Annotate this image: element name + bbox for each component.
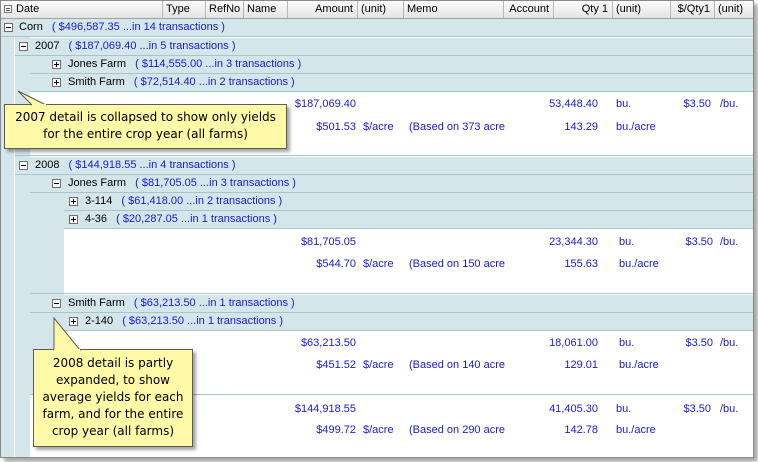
group-row-2007[interactable]: 2007 ( $187,069.40 ...in 5 transactions … bbox=[15, 38, 753, 56]
group-name: Smith Farm bbox=[68, 297, 125, 309]
yield: 129.01 bbox=[564, 359, 598, 371]
yield: 142.78 bbox=[564, 424, 598, 436]
price-per-unit: $3.50 bbox=[683, 98, 711, 110]
group-name: Jones Farm bbox=[68, 177, 127, 189]
collapse-toggle-icon[interactable] bbox=[4, 23, 13, 32]
yield: 143.29 bbox=[564, 121, 598, 133]
collapse-toggle-icon[interactable] bbox=[19, 42, 28, 51]
column-per-qty1-unit[interactable]: (unit) bbox=[715, 1, 753, 18]
price-per-unit: $3.50 bbox=[685, 236, 713, 248]
group-name: 2007 bbox=[35, 40, 60, 52]
group-summary: ( $496,587.35 ...in 14 transactions ) bbox=[51, 21, 225, 33]
column-account[interactable]: Account bbox=[504, 1, 554, 18]
per-acre-unit: $/acre bbox=[363, 121, 394, 133]
column-chooser-icon[interactable] bbox=[4, 5, 12, 13]
yield: 155.63 bbox=[564, 258, 598, 270]
column-refno[interactable]: RefNo bbox=[206, 1, 244, 18]
divider bbox=[15, 155, 753, 156]
callout-2008-pointer bbox=[53, 316, 82, 351]
qty-unit: bu. bbox=[619, 337, 635, 349]
price-unit: /bu. bbox=[720, 98, 739, 110]
group-summary: ( $114,555.00 ...in 3 transactions ) bbox=[135, 58, 302, 70]
acreage-memo: (Based on 140 acre bbox=[409, 359, 506, 371]
total-qty: 41,405.30 bbox=[549, 403, 598, 415]
column-date[interactable]: Date bbox=[1, 1, 163, 18]
expand-toggle-icon[interactable] bbox=[69, 197, 78, 206]
yield-unit: bu./acre bbox=[619, 258, 659, 270]
group-summary: ( $61,418.00 ...in 2 transactions ) bbox=[121, 195, 283, 207]
total-qty: 23,344.30 bbox=[549, 236, 598, 248]
column-amount-unit[interactable]: (unit) bbox=[358, 1, 404, 18]
indent-rail-2008 bbox=[15, 156, 30, 457]
acreage-memo: (Based on 290 acre bbox=[409, 424, 506, 436]
group-name: 4-36 bbox=[85, 213, 108, 225]
column-per-qty1[interactable]: $/Qty1 bbox=[671, 1, 715, 18]
group-name: 2-140 bbox=[85, 315, 114, 327]
acreage-memo: (Based on 150 acre bbox=[409, 258, 506, 270]
column-memo[interactable]: Memo bbox=[404, 1, 504, 18]
column-type[interactable]: Type bbox=[163, 1, 206, 18]
yield-unit: bu./acre bbox=[616, 121, 656, 133]
column-amount[interactable]: Amount bbox=[288, 1, 358, 18]
callout-2008: 2008 detail is partly expanded, to show … bbox=[33, 349, 193, 447]
amount-per-acre: $499.72 bbox=[316, 424, 356, 436]
group-row-jones-farm-2008[interactable]: Jones Farm ( $81,705.05 ...in 3 transact… bbox=[30, 175, 753, 193]
expand-toggle-icon[interactable] bbox=[69, 215, 78, 224]
qty-unit: bu. bbox=[616, 403, 632, 415]
group-name: Corn bbox=[19, 21, 43, 33]
price-unit: /bu. bbox=[720, 403, 739, 415]
qty-unit: bu. bbox=[619, 236, 635, 248]
group-row-field-2-140[interactable]: 2-140 ( $63,213.50 ...in 1 transactions … bbox=[64, 313, 753, 331]
group-summary: ( $187,069.40 ...in 5 transactions ) bbox=[68, 40, 236, 52]
group-name: 3-114 bbox=[85, 195, 113, 207]
group-name: 2008 bbox=[35, 159, 60, 171]
amount-per-acre: $451.52 bbox=[316, 359, 356, 371]
amount-per-acre: $544.70 bbox=[316, 258, 356, 270]
price-per-unit: $3.50 bbox=[683, 403, 711, 415]
total-qty: 53,448.40 bbox=[549, 98, 598, 110]
acreage-memo: (Based on 373 acre bbox=[409, 121, 506, 133]
total-amount: $144,918.55 bbox=[294, 403, 356, 415]
group-summary: ( $63,213.50 ...in 1 transactions ) bbox=[133, 297, 295, 309]
group-summary: ( $20,287.05 ...in 1 transactions ) bbox=[116, 213, 277, 225]
group-row-smith-farm-2007[interactable]: Smith Farm ( $72,514.40 ...in 2 transact… bbox=[30, 74, 753, 92]
group-row-corn[interactable]: Corn ( $496,587.35 ...in 14 transactions… bbox=[1, 19, 753, 37]
group-summary: ( $81,705.05 ...in 3 transactions ) bbox=[135, 177, 296, 189]
per-acre-unit: $/acre bbox=[363, 359, 394, 371]
price-unit: /bu. bbox=[720, 236, 739, 248]
per-acre-unit: $/acre bbox=[363, 424, 394, 436]
per-acre-unit: $/acre bbox=[363, 258, 394, 270]
collapse-toggle-icon[interactable] bbox=[19, 161, 28, 170]
group-row-field-4-36[interactable]: 4-36 ( $20,287.05 ...in 1 transactions ) bbox=[64, 211, 753, 229]
collapse-toggle-icon[interactable] bbox=[52, 299, 61, 308]
indent-rail-corn bbox=[1, 19, 14, 457]
total-amount: $63,213.50 bbox=[300, 337, 356, 349]
expand-toggle-icon[interactable] bbox=[52, 78, 61, 87]
qty-unit: bu. bbox=[616, 98, 632, 110]
group-name: Smith Farm bbox=[68, 76, 125, 88]
callout-2007-pointer bbox=[17, 90, 47, 106]
group-row-2008[interactable]: 2008 ( $144,918.55 ...in 4 transactions … bbox=[15, 157, 753, 175]
group-summary: ( $144,918.55 ...in 4 transactions ) bbox=[68, 159, 236, 171]
column-name[interactable]: Name bbox=[244, 1, 288, 18]
divider bbox=[30, 293, 753, 294]
column-qty1[interactable]: Qty 1 bbox=[554, 1, 613, 18]
collapse-toggle-icon[interactable] bbox=[52, 179, 61, 188]
yield-unit: bu./acre bbox=[616, 424, 656, 436]
total-qty: 18,061.00 bbox=[549, 337, 598, 349]
group-row-smith-farm-2008[interactable]: Smith Farm ( $63,213.50 ...in 1 transact… bbox=[30, 295, 753, 313]
yield-unit: bu./acre bbox=[619, 359, 659, 371]
callout-2007: 2007 detail is collapsed to show only yi… bbox=[4, 104, 287, 149]
expand-toggle-icon[interactable] bbox=[52, 60, 61, 69]
price-unit: /bu. bbox=[720, 337, 739, 349]
column-header: Date Type RefNo Name Amount (unit) Memo … bbox=[1, 1, 753, 19]
group-summary: ( $72,514.40 ...in 2 transactions ) bbox=[133, 76, 295, 88]
group-row-jones-farm-2007[interactable]: Jones Farm ( $114,555.00 ...in 3 transac… bbox=[30, 56, 753, 74]
group-name: Jones Farm bbox=[68, 58, 127, 70]
column-qty1-unit[interactable]: (unit) bbox=[613, 1, 671, 18]
group-summary: ( $63,213.50 ...in 1 transactions ) bbox=[122, 315, 284, 327]
price-per-unit: $3.50 bbox=[685, 337, 713, 349]
total-amount: $81,705.05 bbox=[300, 236, 356, 248]
group-row-field-3-114[interactable]: 3-114 ( $61,418.00 ...in 2 transactions … bbox=[64, 193, 753, 211]
